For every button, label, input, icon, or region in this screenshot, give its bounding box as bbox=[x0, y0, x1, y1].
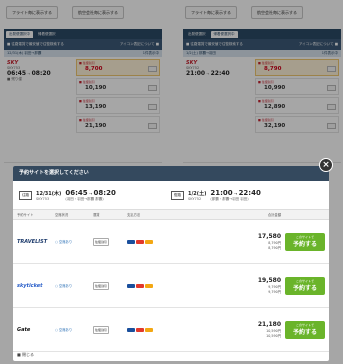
card-icon bbox=[145, 283, 153, 288]
return-tag: 復路 bbox=[171, 190, 184, 200]
header-payment: 支払方法 bbox=[127, 213, 141, 217]
site-logo: skyticket bbox=[17, 282, 43, 289]
modal-title: 予約サイトを選択してください bbox=[13, 166, 329, 181]
header-fare: 運賃 bbox=[93, 213, 100, 217]
card-icon bbox=[145, 327, 153, 332]
close-icon[interactable]: × bbox=[319, 158, 333, 172]
site-logo: Gate bbox=[17, 326, 31, 333]
book-button[interactable]: このサイトで 予約する bbox=[285, 276, 325, 295]
leg-fee: 9,790円 bbox=[268, 290, 281, 294]
leg-fee: 8,790円 bbox=[268, 246, 281, 250]
header-site: 予約サイト bbox=[17, 213, 34, 217]
total-price: 19,580 bbox=[257, 277, 281, 284]
table-row: skyticket ○ 空席あり 往復割引 19,580 9,790円 9,79… bbox=[13, 264, 329, 308]
itinerary-summary: 往路 12/31(木) SKY753 06:45 → 08:20 (羽田・羽田→… bbox=[13, 181, 329, 210]
book-button[interactable]: このサイトで 予約する bbox=[285, 232, 325, 251]
outbound-arr: 08:20 bbox=[93, 188, 116, 197]
total-price: 21,180 bbox=[257, 321, 281, 328]
return-flight: SKY752 bbox=[188, 196, 202, 201]
modal-footer-close[interactable]: ■ 閉じる bbox=[17, 352, 34, 358]
outbound-tag: 往路 bbox=[19, 190, 32, 200]
seat-availability: ○ 空席あり bbox=[55, 328, 73, 332]
card-icon bbox=[136, 327, 144, 332]
return-summary: 復路 1/2(土) SKY752 21:00 → 22:40 (那覇・那覇→羽田… bbox=[171, 189, 323, 202]
fare-class: 往復割引 bbox=[93, 325, 110, 334]
book-button[interactable]: このサイトで 予約する bbox=[285, 320, 325, 339]
table-row: Gate ○ 空席あり 往復割引 21,180 10,590円 10,590円 … bbox=[13, 308, 329, 352]
card-icon bbox=[136, 283, 144, 288]
payment-methods bbox=[127, 327, 181, 333]
outbound-flight: SKY753 bbox=[36, 196, 50, 201]
book-button-label: 予約する bbox=[292, 240, 317, 248]
payment-methods bbox=[127, 283, 181, 289]
book-button-sub: このサイトで bbox=[295, 278, 314, 283]
site-logo: TRAVELIST bbox=[17, 238, 48, 245]
card-icon bbox=[127, 283, 135, 288]
payment-methods bbox=[127, 239, 181, 245]
table-row: TRAVELIST ○ 空席あり 往復割引 17,580 8,790円 8,79… bbox=[13, 220, 329, 264]
book-button-label: 予約する bbox=[292, 328, 317, 336]
book-button-sub: このサイトで bbox=[295, 322, 314, 327]
header-total: 合計金額 bbox=[267, 213, 281, 217]
book-button-label: 予約する bbox=[292, 284, 317, 292]
card-icon bbox=[136, 239, 144, 244]
return-date: 1/2(土) bbox=[188, 190, 207, 197]
outbound-date: 12/31(木) bbox=[36, 190, 62, 197]
seat-availability: ○ 空席あり bbox=[55, 240, 73, 244]
card-icon bbox=[145, 239, 153, 244]
outbound-summary: 往路 12/31(木) SKY753 06:45 → 08:20 (羽田・羽田→… bbox=[19, 189, 171, 202]
leg-fee: 10,590円 bbox=[266, 334, 281, 338]
book-button-sub: このサイトで bbox=[295, 234, 314, 239]
outbound-route: (羽田・羽田→那覇 那覇) bbox=[65, 196, 104, 201]
fare-class: 往復割引 bbox=[93, 237, 110, 246]
fare-class: 往復割引 bbox=[93, 281, 110, 290]
header-seat: 空席状況 bbox=[55, 213, 69, 217]
return-dep: 21:00 bbox=[210, 188, 233, 197]
total-price: 17,580 bbox=[257, 233, 281, 240]
card-icon bbox=[127, 327, 135, 332]
return-arr: 22:40 bbox=[238, 188, 261, 197]
seat-availability: ○ 空席あり bbox=[55, 284, 73, 288]
booking-site-modal: 予約サイトを選択してください 往路 12/31(木) SKY753 06:45 … bbox=[13, 166, 329, 361]
outbound-dep: 06:45 bbox=[65, 188, 88, 197]
card-icon bbox=[127, 239, 135, 244]
table-header: 予約サイト 空席状況 運賃 支払方法 合計金額 bbox=[13, 210, 329, 220]
return-route: (那覇・那覇→羽田 羽田) bbox=[210, 196, 249, 201]
